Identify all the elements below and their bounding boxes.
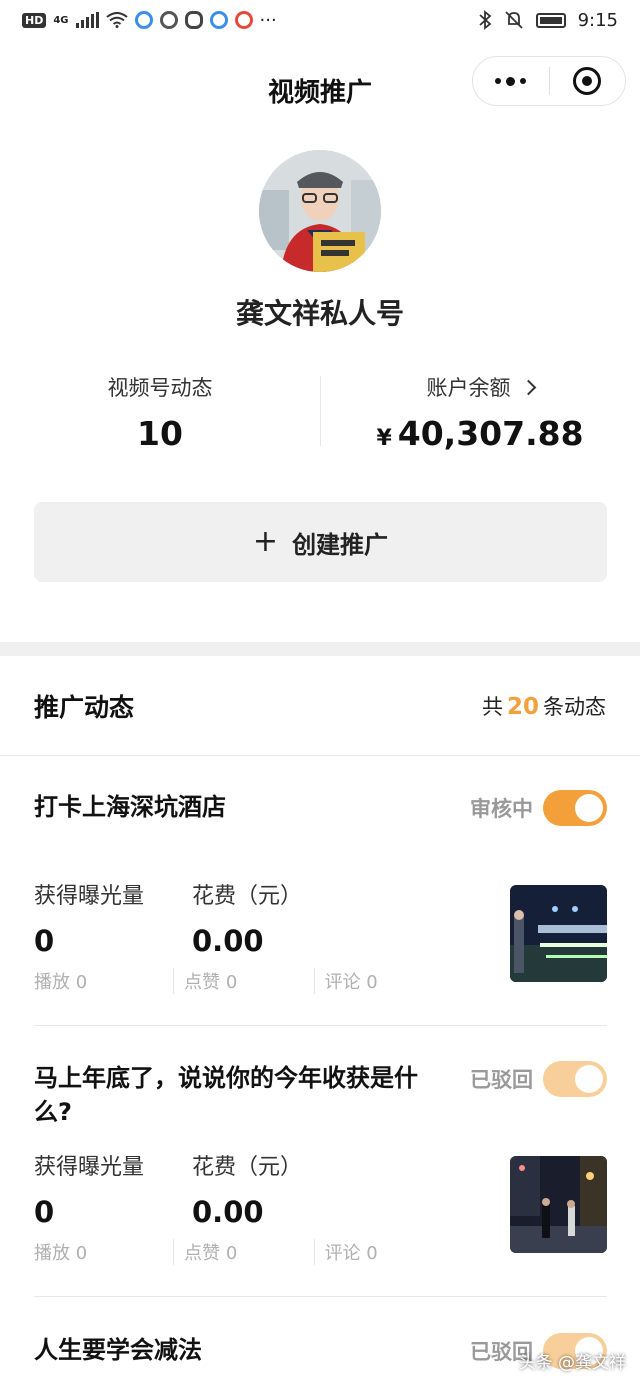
promotion-status: 审核中 [470, 790, 607, 826]
promotion-card[interactable]: 打卡上海深坑酒店 审核中 获得曝光量 0 花费（元） 0.00 播放 0 点赞 … [34, 790, 607, 1025]
cost-value: 0.00 [192, 924, 264, 958]
mini-program-capsule [472, 56, 626, 106]
more-menu-button[interactable] [473, 57, 549, 105]
exposure-value: 0 [34, 1195, 55, 1229]
account-stats: 视频号动态 10 账户余额 ¥40,307.88 [0, 372, 640, 453]
promotion-card[interactable]: 马上年底了，说说你的今年收获是什么? 已驳回 获得曝光量 0 花费（元） 0.0… [34, 1061, 607, 1296]
engagement-stats: 播放 0 点赞 0 评论 0 [34, 1239, 454, 1265]
cost-metric: 花费（元） 0.00 [192, 878, 302, 958]
bluetooth-icon [478, 10, 491, 30]
profile-name: 龚文祥私人号 [235, 297, 404, 330]
stats-divider [320, 376, 321, 446]
card-divider [34, 1296, 607, 1297]
promotion-title: 马上年底了，说说你的今年收获是什么? [34, 1064, 418, 1126]
dynamics-stat: 视频号动态 10 [0, 372, 320, 453]
video-thumbnail[interactable] [510, 1156, 607, 1253]
chevron-right-icon [520, 379, 536, 395]
balance-label: 账户余额 [426, 376, 511, 400]
mute-bell-icon [504, 11, 523, 29]
close-mini-program-button[interactable] [550, 57, 626, 105]
exposure-metric: 获得曝光量 0 [34, 878, 144, 958]
cost-metric: 花费（元） 0.00 [192, 1149, 302, 1229]
video-thumbnail[interactable] [510, 885, 607, 982]
battery-icon [535, 12, 566, 28]
promotion-status: 已驳回 [470, 1061, 607, 1097]
status-bar: HD 4G ··· 9:15 [0, 0, 640, 40]
status-text: 审核中 [470, 797, 533, 821]
promotion-section-header: 推广动态 共 20 条动态 [0, 656, 640, 756]
more-icon [495, 76, 527, 86]
target-icon [573, 67, 602, 95]
wifi-icon [105, 12, 128, 28]
wechat-icon [184, 11, 203, 29]
watermark: 头条 @龚文祥 [518, 1353, 626, 1373]
count-prefix: 共 [481, 694, 503, 719]
create-promotion-button[interactable]: + 创建推广 [34, 502, 607, 582]
exposure-label: 获得曝光量 [34, 1155, 145, 1180]
more-notifications-icon: ··· [259, 9, 277, 31]
dynamics-value: 10 [137, 414, 183, 453]
network-label: 4G [53, 14, 69, 26]
exposure-metric: 获得曝光量 0 [34, 1149, 144, 1229]
dynamics-label: 视频号动态 [107, 376, 213, 400]
likes-count: 点赞 0 [173, 1239, 313, 1265]
comments-count: 评论 0 [313, 968, 454, 994]
balance-value: 40,307.88 [397, 414, 584, 453]
promotion-title: 人生要学会减法 [34, 1336, 202, 1364]
app-notification-icon-3 [209, 11, 228, 29]
hd-badge: HD [22, 12, 47, 28]
plays-count: 播放 0 [34, 972, 88, 993]
count-number: 20 [506, 693, 539, 720]
clock: 9:15 [577, 9, 618, 31]
plays-count: 播放 0 [34, 1243, 88, 1264]
plus-icon: + [252, 524, 279, 559]
balance-stat[interactable]: 账户余额 ¥40,307.88 [320, 372, 640, 453]
avatar [259, 150, 381, 272]
create-promotion-label: 创建推广 [292, 530, 389, 559]
cost-label: 花费（元） [192, 884, 303, 909]
section-title: 推广动态 [34, 692, 135, 722]
promotion-toggle[interactable] [543, 1061, 607, 1097]
promotion-count: 共 20 条动态 [482, 691, 606, 721]
cost-value: 0.00 [192, 1195, 264, 1229]
app-notification-icon [134, 11, 153, 29]
signal-icon [75, 12, 99, 28]
card-divider [34, 1025, 607, 1026]
likes-count: 点赞 0 [173, 968, 313, 994]
promotion-title: 打卡上海深坑酒店 [34, 793, 226, 821]
count-suffix: 条动态 [543, 694, 606, 719]
currency-symbol: ¥ [376, 426, 392, 451]
exposure-value: 0 [34, 924, 55, 958]
comments-count: 评论 0 [313, 1239, 454, 1265]
status-text: 已驳回 [470, 1068, 533, 1092]
cost-label: 花费（元） [192, 1155, 303, 1180]
promotion-toggle[interactable] [543, 790, 607, 826]
nav-bar: 视频推广 [0, 50, 640, 130]
section-separator [0, 642, 640, 656]
engagement-stats: 播放 0 点赞 0 评论 0 [34, 968, 454, 994]
app-notification-icon-4 [234, 11, 253, 29]
app-notification-icon-2 [159, 11, 178, 29]
exposure-label: 获得曝光量 [34, 884, 145, 909]
